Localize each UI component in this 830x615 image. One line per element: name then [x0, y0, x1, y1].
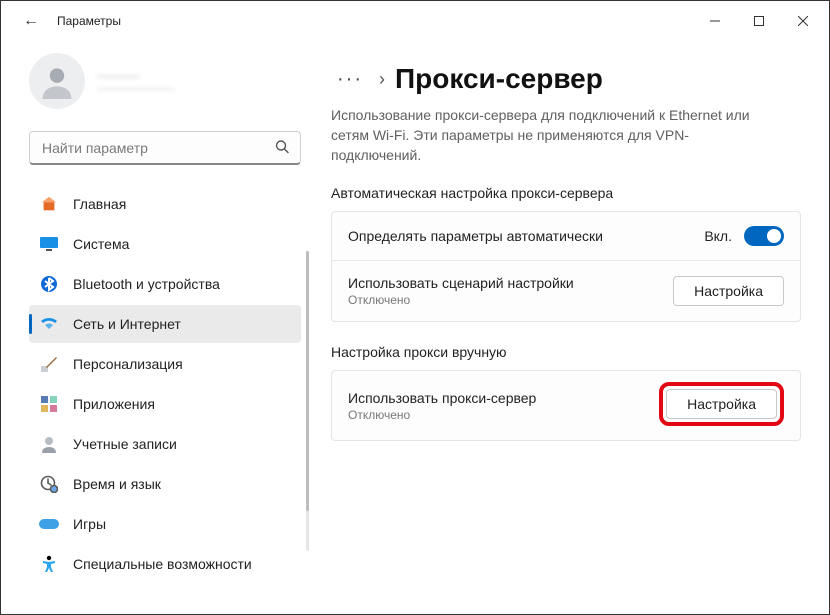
back-button[interactable]: ← [13, 6, 49, 36]
user-info: ——— ——————— [97, 67, 174, 95]
home-icon [39, 194, 59, 214]
section-heading-manual: Настройка прокси вручную [331, 344, 801, 360]
sidebar-item-apps[interactable]: Приложения [29, 385, 301, 423]
toggle-state-label: Вкл. [704, 228, 732, 244]
maximize-button[interactable] [737, 5, 781, 37]
sidebar-item-label: Главная [73, 196, 126, 212]
manual-proxy-setup-button[interactable]: Настройка [666, 389, 777, 419]
auto-detect-toggle[interactable] [744, 226, 784, 246]
chevron-right-icon: › [379, 69, 385, 90]
user-icon [39, 434, 59, 454]
sidebar-item-label: Сеть и Интернет [73, 316, 181, 332]
sidebar-item-label: Приложения [73, 396, 155, 412]
window-controls [693, 5, 825, 37]
sidebar-item-network[interactable]: Сеть и Интернет [29, 305, 301, 343]
sidebar-item-time-language[interactable]: Время и язык [29, 465, 301, 503]
breadcrumb: ··· › Прокси-сервер [331, 63, 801, 95]
annotation-highlight: Настройка [659, 382, 784, 426]
display-icon [39, 234, 59, 254]
titlebar: ← Параметры [1, 1, 829, 41]
setting-label: Определять параметры автоматически [348, 228, 603, 244]
sidebar-item-accessibility[interactable]: Специальные возможности [29, 545, 301, 583]
page-title: Прокси-сервер [395, 63, 603, 95]
sidebar: ——— ——————— Главная Система Bluetooth и … [1, 41, 311, 614]
sidebar-item-accounts[interactable]: Учетные записи [29, 425, 301, 463]
sidebar-item-label: Игры [73, 516, 106, 532]
user-name: ——— [97, 67, 174, 83]
accessibility-icon [39, 554, 59, 574]
setting-label: Использовать прокси-сервер [348, 390, 536, 406]
setting-label: Использовать сценарий настройки [348, 275, 574, 291]
sidebar-item-label: Bluetooth и устройства [73, 276, 220, 292]
close-button[interactable] [781, 5, 825, 37]
setting-auto-detect: Определять параметры автоматически Вкл. [332, 212, 800, 260]
user-account-block[interactable]: ——— ——————— [29, 49, 307, 113]
clock-icon [39, 474, 59, 494]
sidebar-item-label: Учетные записи [73, 436, 177, 452]
setting-sublabel: Отключено [348, 293, 574, 307]
sidebar-item-label: Специальные возможности [73, 556, 252, 572]
main-panel: ··· › Прокси-сервер Использование прокси… [311, 41, 829, 614]
avatar [29, 53, 85, 109]
bluetooth-icon [39, 274, 59, 294]
nav-list: Главная Система Bluetooth и устройства С… [29, 185, 307, 583]
apps-icon [39, 394, 59, 414]
setting-sublabel: Отключено [348, 408, 536, 422]
page-description: Использование прокси-сервера для подключ… [331, 105, 761, 165]
user-email: ——————— [97, 83, 174, 95]
gamepad-icon [39, 514, 59, 534]
brush-icon [39, 354, 59, 374]
sidebar-item-bluetooth[interactable]: Bluetooth и устройства [29, 265, 301, 303]
setting-use-script: Использовать сценарий настройки Отключен… [332, 260, 800, 321]
sidebar-item-home[interactable]: Главная [29, 185, 301, 223]
search-wrap [29, 131, 307, 165]
section-heading-auto: Автоматическая настройка прокси-сервера [331, 185, 801, 201]
sidebar-item-label: Система [73, 236, 129, 252]
sidebar-item-personalization[interactable]: Персонализация [29, 345, 301, 383]
breadcrumb-overflow-button[interactable]: ··· [331, 64, 369, 95]
app-title: Параметры [57, 14, 121, 28]
minimize-button[interactable] [693, 5, 737, 37]
sidebar-item-label: Персонализация [73, 356, 183, 372]
sidebar-item-label: Время и язык [73, 476, 161, 492]
setting-use-proxy: Использовать прокси-сервер Отключено Нас… [331, 370, 801, 441]
card-group-auto: Определять параметры автоматически Вкл. … [331, 211, 801, 322]
wifi-icon [39, 314, 59, 334]
sidebar-item-gaming[interactable]: Игры [29, 505, 301, 543]
sidebar-scrollbar[interactable] [306, 251, 309, 551]
script-setup-button[interactable]: Настройка [673, 276, 784, 306]
sidebar-item-system[interactable]: Система [29, 225, 301, 263]
search-input[interactable] [29, 131, 301, 165]
